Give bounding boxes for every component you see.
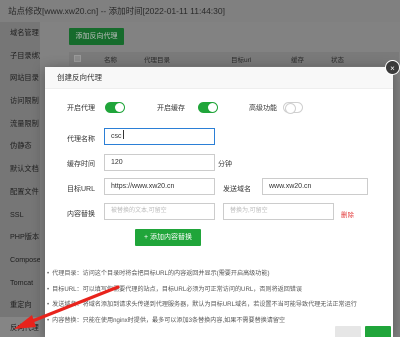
column-target-url: 目标url (231, 57, 252, 64)
advanced-label: 高级功能 (249, 105, 277, 112)
sidebar-item-reverse-proxy[interactable]: 反向代理 (0, 316, 40, 337)
send-domain-label: 发送域名 (223, 186, 251, 193)
window-title: 站点修改[www.xw20.cn] -- 添加时间[2022-01-11 11:… (0, 0, 400, 22)
sidebar-item-composer[interactable]: Composer (0, 249, 40, 272)
cache-time-unit: 分钟 (218, 161, 232, 168)
sidebar: 域名管理 子目录绑定 网站目录 访问限制 流量限制 伪静态 默认文档 配置文件 … (0, 22, 40, 337)
enable-proxy-toggle[interactable] (105, 102, 125, 113)
create-proxy-dialog: 创建反向代理 × 开启代理 开启缓存 高级功能 代理名称 csc 缓存时间 12… (45, 60, 400, 337)
sidebar-item-redirect[interactable]: 重定向 (0, 294, 40, 317)
cache-time-input[interactable]: 120 (104, 154, 215, 171)
send-domain-input[interactable]: www.xw20.cn (262, 178, 368, 195)
column-status: 状态 (331, 57, 344, 64)
add-proxy-button[interactable]: 添加反向代理 (69, 28, 124, 45)
delete-replace-link[interactable]: 删除 (341, 209, 354, 219)
sidebar-item-php[interactable]: PHP版本 (0, 226, 40, 249)
enable-cache-label: 开启缓存 (157, 105, 185, 112)
select-all-checkbox[interactable] (74, 55, 81, 62)
target-url-input[interactable]: https://www.xw20.cn (104, 178, 215, 195)
sidebar-item-site-dir[interactable]: 网站目录 (0, 67, 40, 90)
column-cache: 缓存 (291, 57, 304, 64)
sidebar-item-traffic-limit[interactable]: 流量限制 (0, 113, 40, 136)
sidebar-item-ssl[interactable]: SSL (0, 204, 40, 227)
proxy-name-input[interactable]: csc (104, 128, 215, 145)
note-send-domain: 发送域名：将域名添加到请求头传递到代理服务器，默认为目标URL域名，若设置不当可… (47, 297, 391, 313)
cancel-button[interactable] (335, 326, 361, 337)
note-proxy-dir: 代理目录：访问这个目录时将会把目标URL的内容返回并显示(需要开启高级功能) (47, 266, 391, 282)
submit-button[interactable] (365, 326, 391, 337)
close-icon[interactable]: × (385, 60, 400, 75)
sidebar-item-tomcat[interactable]: Tomcat (0, 272, 40, 295)
column-proxy-dir: 代理目录 (144, 57, 170, 64)
proxy-table-header: 名称 代理目录 目标url 缓存 状态 (69, 52, 399, 66)
target-url-label: 目标URL (67, 186, 96, 193)
enable-cache-toggle[interactable] (198, 102, 218, 113)
sidebar-item-default-doc[interactable]: 默认文档 (0, 158, 40, 181)
enable-proxy-label: 开启代理 (67, 105, 95, 112)
sidebar-item-subdir[interactable]: 子目录绑定 (0, 45, 40, 68)
dialog-title: 创建反向代理 (45, 67, 393, 89)
sidebar-item-access-limit[interactable]: 访问限制 (0, 90, 40, 113)
text-cursor (122, 130, 124, 139)
sidebar-item-rewrite[interactable]: 伪静态 (0, 135, 40, 158)
sidebar-item-domain[interactable]: 域名管理 (0, 22, 40, 45)
help-notes: 代理目录：访问这个目录时将会把目标URL的内容返回并显示(需要开启高级功能) 目… (47, 266, 391, 328)
proxy-name-label: 代理名称 (67, 136, 95, 143)
advanced-toggle[interactable] (283, 102, 303, 114)
column-name: 名称 (104, 57, 117, 64)
cache-time-label: 缓存时间 (67, 161, 95, 168)
content-replace-label: 内容替换 (67, 211, 95, 218)
replace-from-input[interactable]: 被替换的文本,可留空 (104, 203, 215, 220)
add-replace-button[interactable]: + 添加内容替换 (135, 229, 201, 246)
replace-to-input[interactable]: 替换为,可留空 (223, 203, 334, 220)
proxy-name-value: csc (111, 133, 122, 140)
sidebar-item-config[interactable]: 配置文件 (0, 181, 40, 204)
note-target-url: 目标URL：可以填写你需要代理的站点，目标URL必须为可正常访问的URL，否则将… (47, 282, 391, 298)
